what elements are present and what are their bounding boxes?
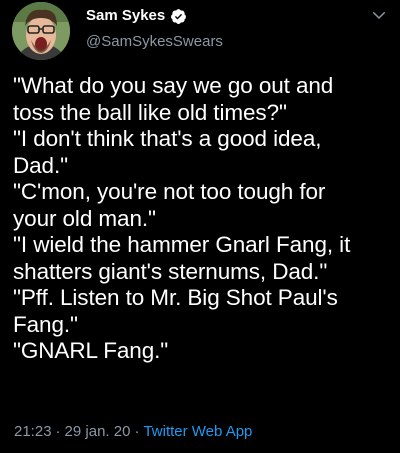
author-name-row: Sam Sykes (86, 5, 187, 27)
author-handle[interactable]: @SamSykesSwears (86, 32, 223, 52)
tweet-source-link[interactable]: Twitter Web App (143, 423, 252, 440)
tweet-time[interactable]: 21:23 (14, 423, 52, 440)
tweet-line: shatters giant's sternums, Dad." (13, 258, 328, 284)
tweet-header: Sam Sykes @SamSykesSwears (0, 0, 400, 70)
tweet-line: Fang." (13, 311, 78, 337)
tweet-line: "I don't think that's a good idea, (13, 126, 322, 151)
tweet-line: your old man." (13, 205, 156, 231)
tweet-line: "GNARL Fang." (13, 338, 169, 363)
tweet-line: "What do you say we go out and (13, 73, 334, 98)
tweet-date[interactable]: 29 jan. 20 (65, 423, 131, 440)
tweet-line: "I wield the hammer Gnarl Fang, it (13, 232, 351, 257)
author-display-name[interactable]: Sam Sykes (86, 5, 165, 27)
tweet-line: "C'mon, you're not too tough for (13, 179, 326, 204)
tweet-line: toss the ball like old times?" (13, 99, 287, 125)
tweet-line: "Pff. Listen to Mr. Big Shot Paul's (13, 285, 338, 310)
meta-separator: · (134, 423, 140, 440)
tweet-text: "What do you say we go out and toss the … (13, 73, 395, 365)
tweet-meta: 21:23 · 29 jan. 20 · Twitter Web App (14, 422, 252, 442)
tweet-line: Dad." (13, 152, 69, 178)
avatar-image (12, 2, 70, 60)
chevron-down-icon[interactable] (370, 6, 388, 24)
avatar[interactable] (12, 2, 70, 60)
verified-badge-icon (171, 8, 187, 24)
meta-separator: · (55, 423, 61, 440)
